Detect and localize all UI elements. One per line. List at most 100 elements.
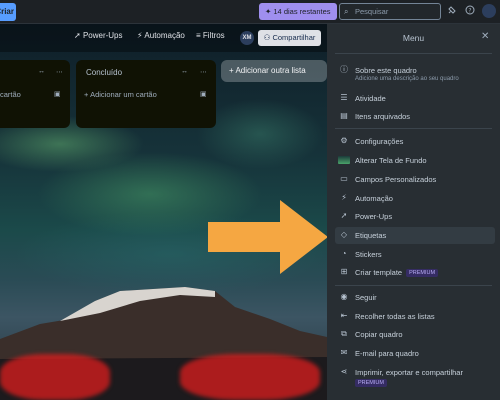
filters-label: Filtros [202, 31, 225, 40]
help-icon[interactable]: ? [463, 5, 477, 19]
svg-text:?: ? [468, 7, 471, 14]
menu-item-label: Copiar quadro [355, 330, 403, 339]
menu-item-labels[interactable]: ◇ Etiquetas [335, 227, 495, 244]
search-placeholder: Pesquisar [355, 7, 389, 16]
menu-item-collapse-lists[interactable]: ⇤ Recolher todas as listas [335, 308, 495, 325]
info-icon: ⓘ [340, 65, 348, 74]
add-list-label: Adicionar outra lista [235, 66, 306, 75]
divider [335, 128, 492, 129]
add-list-button[interactable]: + Adicionar outra lista [221, 60, 327, 82]
menu-item-label: Criar template PREMIUM [355, 268, 439, 277]
automation-label: Automação [144, 31, 185, 40]
menu-item-create-template[interactable]: ⊞ Criar template PREMIUM [335, 264, 495, 281]
collapse-list-icon[interactable]: ↔ [38, 68, 45, 75]
menu-item-label: Seguir [355, 293, 377, 302]
menu-item-settings[interactable]: ⚙ Configurações [335, 133, 495, 150]
menu-item-custom-fields[interactable]: ▭ Campos Personalizados [335, 171, 495, 188]
template-icon[interactable]: ▣ [200, 90, 207, 98]
board-header: ➚ Power-Ups ⚡ Automação ≡ Filtros XM ⚇ C… [0, 24, 327, 52]
menu-item-copy-board[interactable]: ⧉ Copiar quadro [335, 326, 495, 343]
menu-item-powerups[interactable]: ➚ Power-Ups [335, 208, 495, 225]
share-label: Compartilhar [272, 33, 316, 42]
menu-item-label: Etiquetas [355, 231, 387, 240]
search-input[interactable]: ⌕ Pesquisar [339, 3, 441, 20]
trial-button[interactable]: ✦ 14 dias restantes [259, 3, 337, 20]
notifications-icon[interactable] [445, 5, 459, 19]
menu-item-label: E-mail para quadro [355, 349, 419, 358]
eye-icon: ◉ [340, 292, 348, 301]
automation-button[interactable]: ⚡ Automação [137, 31, 185, 40]
filter-icon: ≡ [196, 31, 201, 40]
share-icon: ⋖ [340, 367, 348, 376]
gear-icon: ⚙ [340, 136, 348, 145]
list-card-text[interactable]: cartão [0, 90, 21, 99]
template-icon: ⊞ [340, 267, 348, 276]
menu-title: Menu [402, 33, 425, 43]
filters-button[interactable]: ≡ Filtros [196, 31, 225, 40]
background-thumbnail [338, 156, 350, 164]
menu-item-label: Alterar Tela de Fundo [355, 156, 427, 165]
list-column: ↔ ⋯ cartão ▣ [0, 60, 70, 128]
sparkle-icon: ✦ [265, 7, 272, 16]
automation-icon: ⚡ [341, 193, 347, 202]
menu-item-label: Configurações [355, 137, 404, 146]
red-light-right [180, 354, 320, 400]
copy-icon: ⧉ [341, 329, 347, 338]
menu-item-label: Power-Ups [355, 212, 393, 221]
search-icon: ⌕ [344, 7, 349, 16]
menu-item-label: Campos Personalizados [355, 175, 437, 184]
premium-badge: PREMIUM [355, 379, 387, 387]
custom-fields-icon: ▭ [340, 174, 348, 183]
menu-item-label-text: Criar template [355, 268, 403, 277]
close-icon[interactable]: ✕ [481, 31, 489, 42]
menu-item-activity[interactable]: ☰ Atividade [335, 90, 495, 107]
add-card-button[interactable]: + Adicionar um cartão [84, 90, 157, 99]
lightning-icon: ⚡ [137, 31, 143, 40]
menu-item-automation[interactable]: ⚡ Automação [335, 190, 495, 207]
powerups-label: Power-Ups [82, 31, 123, 40]
plus-icon: + [84, 90, 89, 99]
collapse-list-icon[interactable]: ↔ [181, 68, 188, 75]
menu-item-label: Sobre este quadro [355, 66, 417, 75]
menu-item-sub: Adicione uma descrição ao seu quadro [355, 76, 459, 82]
person-icon: ⚇ [263, 33, 271, 42]
menu-item-label: Atividade [355, 94, 386, 103]
divider [335, 53, 492, 54]
powerups-button[interactable]: ➚ Power-Ups [74, 31, 123, 40]
menu-item-about[interactable]: ⓘ Sobre este quadro Adicione uma descriç… [335, 62, 495, 84]
member-avatar[interactable]: XM [240, 31, 254, 45]
menu-item-archived[interactable]: ▤ Itens arquivados [335, 108, 495, 125]
more-icon[interactable]: ⋯ [200, 68, 207, 76]
divider [335, 285, 492, 286]
top-bar: Criar ✦ 14 dias restantes ⌕ Pesquisar ? [0, 0, 500, 24]
premium-badge: PREMIUM [406, 269, 439, 277]
menu-item-print-export-share[interactable]: ⋖ Imprimir, exportar e compartilhar PREM… [335, 364, 495, 390]
menu-item-label: Recolher todas as listas [355, 312, 435, 321]
tag-icon: ◇ [340, 230, 348, 239]
share-button[interactable]: ⚇ Compartilhar [258, 30, 321, 46]
sticker-icon: ◔ [341, 249, 347, 258]
collapse-icon: ⇤ [340, 311, 348, 320]
add-card-label: Adicionar um cartão [90, 90, 157, 99]
rocket-icon: ➚ [74, 31, 81, 40]
menu-item-label: Imprimir, exportar e compartilhar [355, 368, 463, 377]
menu-item-follow[interactable]: ◉ Seguir [335, 289, 495, 306]
more-icon[interactable]: ⋯ [56, 68, 63, 76]
annotation-arrow [208, 200, 328, 274]
menu-item-stickers[interactable]: ◔ Stickers [335, 246, 495, 263]
list-title[interactable]: Concluído [86, 68, 122, 77]
menu-item-label: Stickers [355, 250, 382, 259]
menu-item-email-to-board[interactable]: ✉ E-mail para quadro [335, 345, 495, 362]
board-menu-panel: Menu ✕ ⓘ Sobre este quadro Adicione uma … [327, 24, 500, 400]
menu-item-label: Automação [355, 194, 393, 203]
menu-item-background[interactable]: Alterar Tela de Fundo [335, 152, 495, 169]
plus-icon: + [229, 66, 234, 75]
create-button[interactable]: Criar [0, 3, 16, 21]
activity-icon: ☰ [340, 93, 348, 102]
template-icon[interactable]: ▣ [54, 90, 61, 98]
user-avatar[interactable] [482, 4, 496, 18]
archive-icon: ▤ [340, 111, 348, 120]
red-light-left [0, 354, 110, 400]
create-button-label: Criar [0, 7, 14, 16]
menu-item-label: Itens arquivados [355, 112, 411, 121]
